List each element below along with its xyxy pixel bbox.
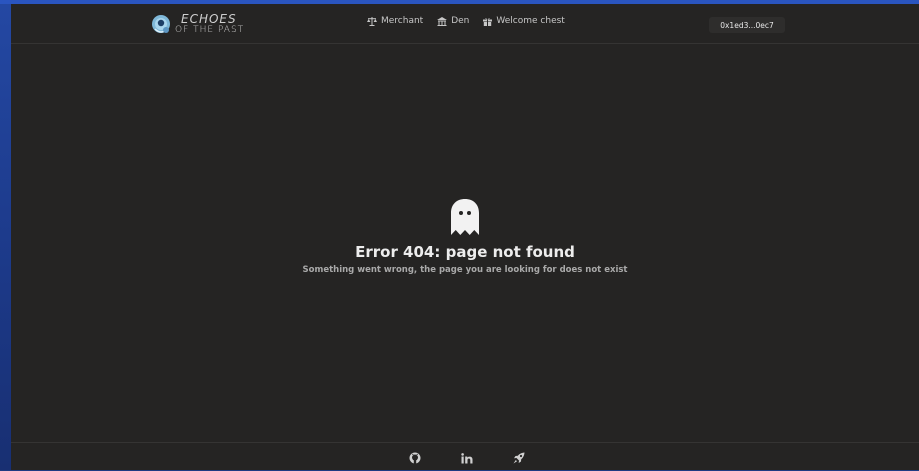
nav-link-label: Welcome chest: [496, 16, 565, 26]
app-window: ECHOES OF THE PAST Merchant Den Welcome …: [11, 4, 919, 470]
error-message: Something went wrong, the page you are l…: [302, 265, 628, 275]
nav-link-label: Den: [451, 16, 470, 26]
desktop-background: [0, 0, 11, 470]
nav-link-den[interactable]: Den: [437, 16, 469, 26]
nav-links: Merchant Den Welcome chest: [367, 16, 565, 26]
github-icon[interactable]: [409, 452, 421, 464]
top-navbar: ECHOES OF THE PAST Merchant Den Welcome …: [11, 4, 919, 44]
scale-icon: [367, 16, 377, 26]
linkedin-icon[interactable]: [461, 452, 473, 464]
brand-logo[interactable]: ECHOES OF THE PAST: [150, 11, 244, 37]
nav-link-welcome-chest[interactable]: Welcome chest: [483, 16, 565, 26]
crystal-orb-icon: [152, 15, 170, 33]
error-panel: Error 404: page not found Something went…: [11, 199, 919, 275]
nav-link-label: Merchant: [381, 16, 424, 26]
wallet-address-button[interactable]: 0x1ed3...0ec7: [709, 17, 785, 33]
footer: [11, 442, 919, 471]
footer-links: [409, 452, 525, 464]
brand-line1: ECHOES: [181, 12, 237, 26]
brand-wordmark: ECHOES OF THE PAST: [175, 13, 244, 35]
rocket-icon[interactable]: [513, 452, 525, 464]
den-icon: [437, 16, 448, 26]
brand-line2: OF THE PAST: [175, 25, 245, 35]
gift-icon: [483, 17, 493, 26]
ghost-icon: [451, 199, 479, 235]
nav-link-merchant[interactable]: Merchant: [367, 16, 423, 26]
error-title: Error 404: page not found: [355, 243, 575, 261]
